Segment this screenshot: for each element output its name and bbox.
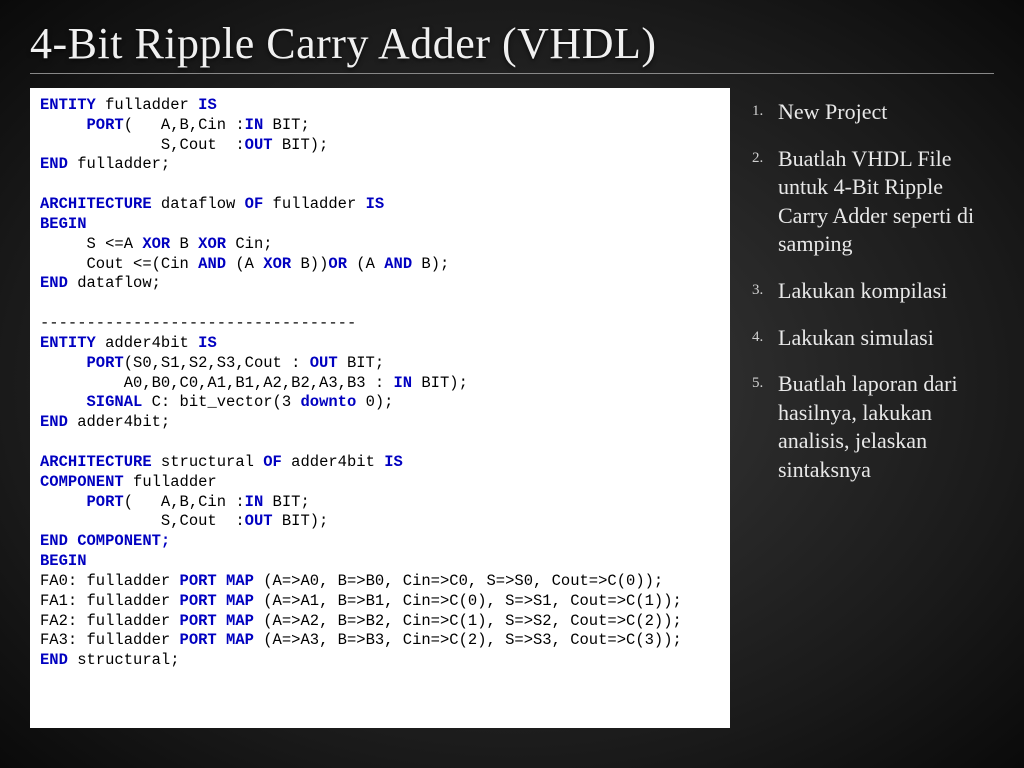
code-kw: PORT MAP (180, 592, 254, 610)
code-text: BIT); (273, 136, 329, 154)
code-kw: IS (198, 334, 217, 352)
code-kw: XOR (263, 255, 291, 273)
content-row: ENTITY fulladder IS PORT( A,B,Cin :IN BI… (30, 88, 994, 748)
code-kw: END COMPONENT; (40, 532, 170, 550)
code-text: structural (152, 453, 264, 471)
code-kw: OUT (245, 512, 273, 530)
code-text: (S0,S1,S2,S3,Cout : (124, 354, 310, 372)
code-text: FA3: fulladder (40, 631, 180, 649)
code-text: adder4bit; (68, 413, 170, 431)
slide: 4-Bit Ripple Carry Adder (VHDL) ENTITY f… (0, 0, 1024, 768)
code-kw: OUT (310, 354, 338, 372)
code-text: Cin; (226, 235, 273, 253)
code-text: S,Cout : (40, 512, 245, 530)
code-kw: PORT (40, 493, 124, 511)
code-kw: OUT (245, 136, 273, 154)
code-kw: PORT MAP (180, 631, 254, 649)
code-text: ( A,B,Cin : (124, 493, 245, 511)
code-text: fulladder; (68, 155, 170, 173)
code-kw: END (40, 651, 68, 669)
code-text: dataflow; (68, 274, 161, 292)
code-panel: ENTITY fulladder IS PORT( A,B,Cin :IN BI… (30, 88, 730, 728)
code-text: (A=>A3, B=>B3, Cin=>C(2), S=>S3, Cout=>C… (254, 631, 682, 649)
code-text: (A=>A0, B=>B0, Cin=>C0, S=>S0, Cout=>C(0… (254, 572, 663, 590)
code-kw: IS (198, 96, 217, 114)
code-kw: COMPONENT (40, 473, 124, 491)
code-kw: IS (384, 453, 403, 471)
code-text: FA0: fulladder (40, 572, 180, 590)
code-text: C: bit_vector(3 (142, 393, 300, 411)
code-text: (A (226, 255, 263, 273)
code-text: S <=A (40, 235, 142, 253)
step-item: Lakukan simulasi (752, 324, 994, 353)
code-text: B (170, 235, 198, 253)
code-kw: IN (393, 374, 412, 392)
code-text: fulladder (263, 195, 365, 213)
code-text: BIT; (263, 493, 310, 511)
code-kw: END (40, 413, 68, 431)
code-text: ( A,B,Cin : (124, 116, 245, 134)
code-text: adder4bit (96, 334, 198, 352)
code-text: adder4bit (282, 453, 384, 471)
code-kw: AND (384, 255, 412, 273)
code-kw: IS (366, 195, 385, 213)
code-kw: IN (245, 116, 264, 134)
step-item: New Project (752, 98, 994, 127)
code-kw: ARCHITECTURE (40, 453, 152, 471)
code-kw: XOR (142, 235, 170, 253)
code-text: (A=>A2, B=>B2, Cin=>C(1), S=>S2, Cout=>C… (254, 612, 682, 630)
slide-title: 4-Bit Ripple Carry Adder (VHDL) (30, 18, 994, 74)
code-text: BIT); (412, 374, 468, 392)
code-kw: END (40, 155, 68, 173)
code-kw: ENTITY (40, 334, 96, 352)
code-kw: AND (198, 255, 226, 273)
code-kw: ENTITY (40, 96, 96, 114)
code-text: B)) (291, 255, 328, 273)
code-kw: BEGIN (40, 552, 87, 570)
code-text: dataflow (152, 195, 245, 213)
code-text: (A (347, 255, 384, 273)
code-text: 0); (356, 393, 393, 411)
code-kw: IN (245, 493, 264, 511)
code-text: (A=>A1, B=>B1, Cin=>C(0), S=>S1, Cout=>C… (254, 592, 682, 610)
code-text: FA2: fulladder (40, 612, 180, 630)
code-text: Cout <=(Cin (40, 255, 198, 273)
step-item: Buatlah VHDL File untuk 4-Bit Ripple Car… (752, 145, 994, 259)
code-kw: PORT MAP (180, 572, 254, 590)
code-kw: END (40, 274, 68, 292)
code-kw: BEGIN (40, 215, 87, 233)
code-kw: XOR (198, 235, 226, 253)
code-kw: PORT (40, 354, 124, 372)
code-text: B); (412, 255, 449, 273)
code-text: fulladder (124, 473, 217, 491)
code-kw: SIGNAL (40, 393, 142, 411)
code-text: ---------------------------------- (40, 314, 356, 332)
code-kw: OR (328, 255, 347, 273)
code-kw: OF (263, 453, 282, 471)
step-item: Buatlah laporan dari hasilnya, lakukan a… (752, 370, 994, 484)
code-text: BIT; (338, 354, 385, 372)
code-kw: PORT (40, 116, 124, 134)
code-kw: ARCHITECTURE (40, 195, 152, 213)
code-text: BIT; (263, 116, 310, 134)
code-kw: OF (245, 195, 264, 213)
code-text: S,Cout : (40, 136, 245, 154)
code-text: fulladder (96, 96, 198, 114)
code-kw: downto (300, 393, 356, 411)
steps-list: New Project Buatlah VHDL File untuk 4-Bi… (752, 98, 994, 485)
steps-panel: New Project Buatlah VHDL File untuk 4-Bi… (752, 88, 994, 748)
code-text: FA1: fulladder (40, 592, 180, 610)
code-text: BIT); (273, 512, 329, 530)
code-kw: PORT MAP (180, 612, 254, 630)
step-item: Lakukan kompilasi (752, 277, 994, 306)
code-text: A0,B0,C0,A1,B1,A2,B2,A3,B3 : (40, 374, 393, 392)
code-text: structural; (68, 651, 180, 669)
